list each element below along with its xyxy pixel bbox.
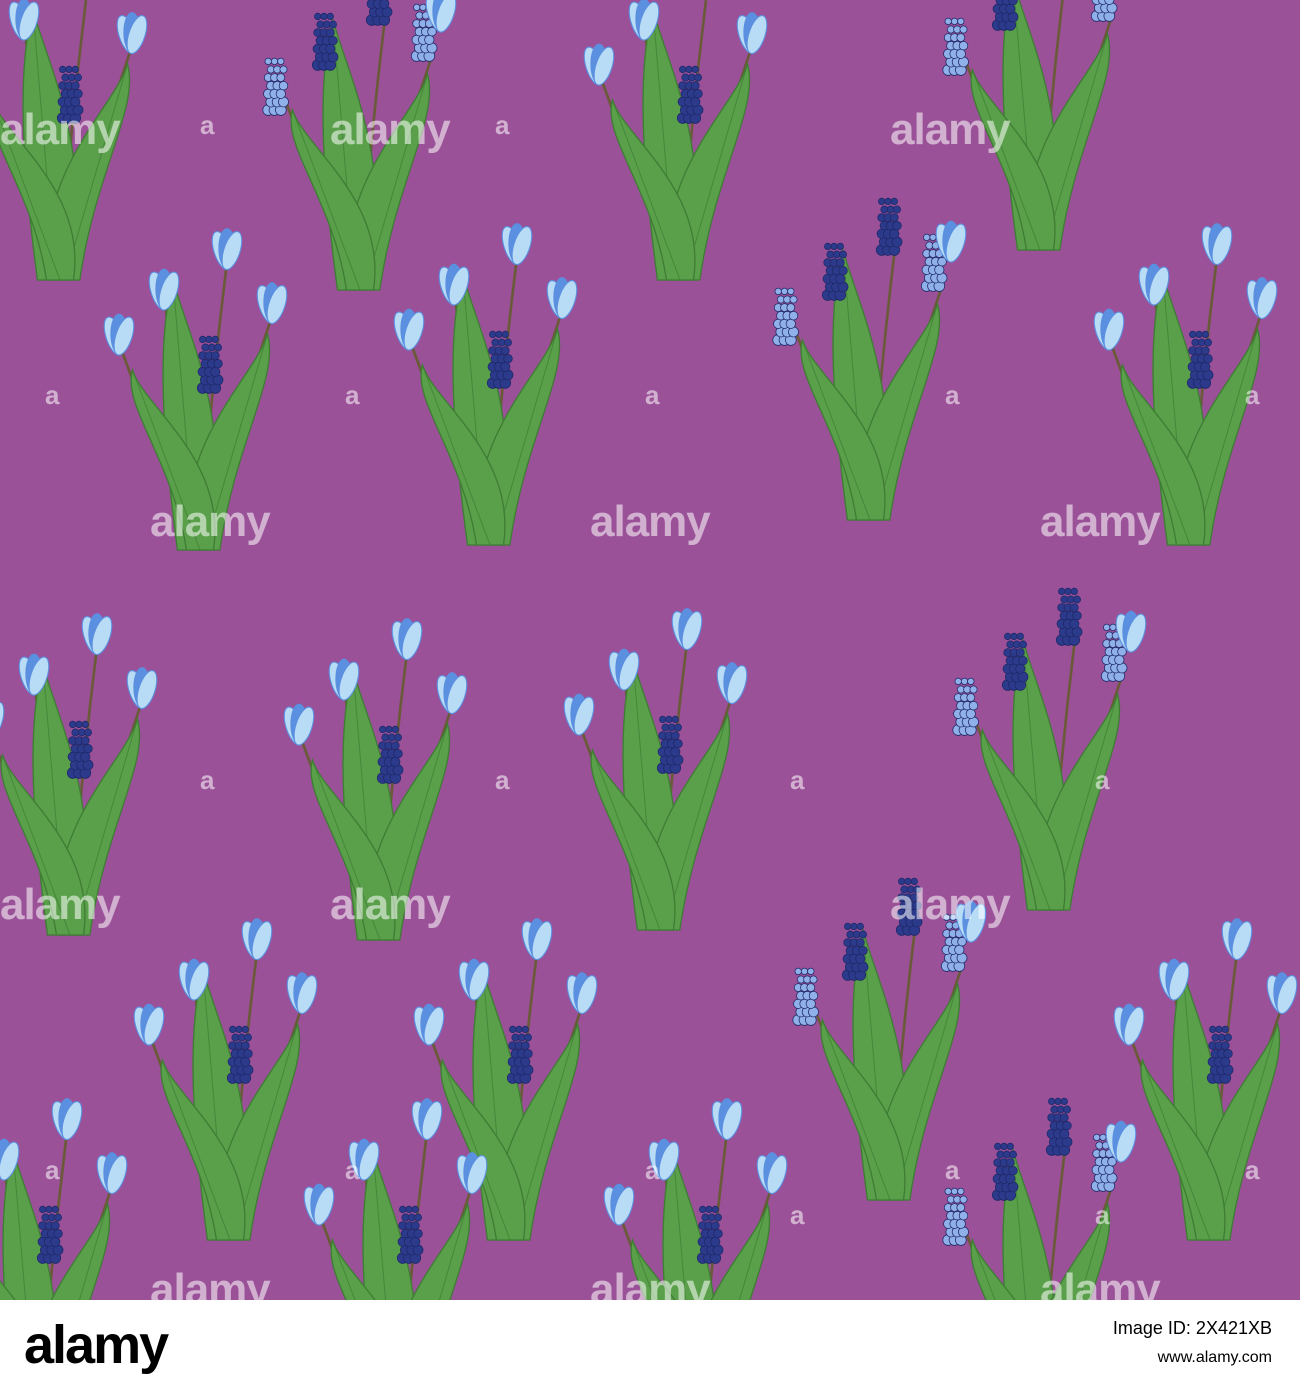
watermark-mark: a [495, 110, 510, 140]
watermark-mark: a [45, 380, 60, 410]
flower-bouquet [0, 1098, 128, 1300]
flower-bouquet [413, 918, 598, 1241]
watermark-mark: a [1245, 1155, 1260, 1185]
flower-bouquet [393, 223, 578, 546]
flower-bouquet [583, 0, 768, 281]
flowers-layer [0, 0, 1298, 1300]
image-id-label: Image ID: 2X421XB [1112, 1318, 1272, 1338]
watermark-text: alamy [150, 497, 271, 546]
watermark-mark: a [945, 1155, 960, 1185]
watermark-mark: a [790, 765, 805, 795]
watermark-mark: a [790, 1200, 805, 1230]
watermark-text: alamy [0, 105, 121, 154]
footer-logo: alamy [24, 1315, 169, 1375]
watermark-text: alamy [330, 880, 451, 929]
flower-bouquet [952, 587, 1147, 911]
watermark-mark: a [495, 765, 510, 795]
watermark-mark: a [945, 380, 960, 410]
watermark-mark: a [45, 1155, 60, 1185]
watermark-mark: a [200, 110, 215, 140]
watermark-mark: a [200, 765, 215, 795]
footer-info: Image ID: 2X421XB www.alamy.com [1113, 1318, 1272, 1367]
watermark-mark: a [645, 380, 660, 410]
flower-bouquet [133, 918, 318, 1241]
watermark-mark: a [1245, 380, 1260, 410]
flower-bouquet [772, 197, 967, 521]
watermark-mark: a [1095, 1200, 1110, 1230]
watermark-text: alamy [890, 105, 1011, 154]
watermark-text: alamy [890, 880, 1011, 929]
flower-bouquet [1113, 918, 1298, 1241]
watermark-mark: a [1095, 765, 1110, 795]
footer-bar: alamy Image ID: 2X421XB www.alamy.com [0, 1300, 1300, 1390]
watermark-text: alamy [330, 105, 451, 154]
watermark-text: alamy [0, 880, 121, 929]
floral-pattern [0, 0, 1300, 1300]
watermark-text: alamy [590, 497, 711, 546]
watermark-text: alamy [1040, 497, 1161, 546]
site-url: www.alamy.com [1157, 1349, 1272, 1366]
flower-bouquet [563, 608, 748, 931]
watermark-mark: a [345, 1155, 360, 1185]
watermark-mark: a [345, 380, 360, 410]
watermark-mark: a [645, 1155, 660, 1185]
